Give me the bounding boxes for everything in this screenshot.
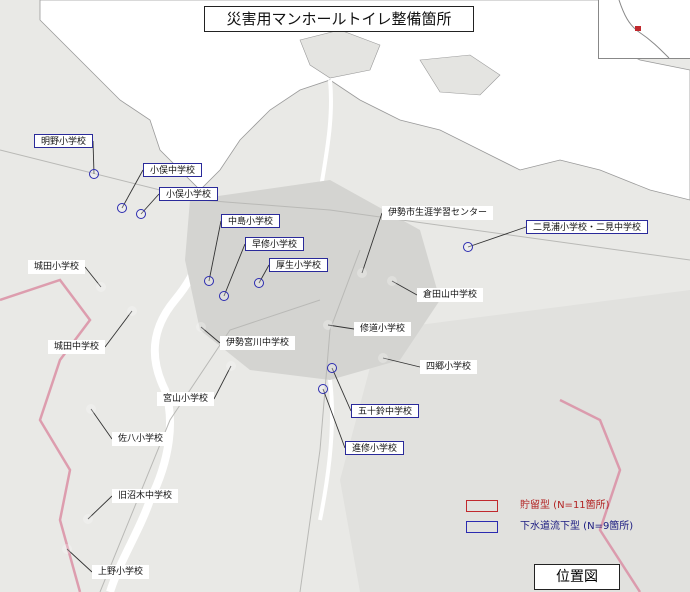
site-marker [83,514,93,524]
site-marker [204,276,214,286]
site-label: 伊勢宮川中学校 [220,336,296,350]
site-label: 宮山小学校 [157,392,215,406]
legend-storage-symbol [466,500,498,512]
site-label: 四郷小学校 [420,360,478,374]
map-title: 災害用マンホールトイレ整備箇所 [204,6,474,32]
site-marker [86,404,96,414]
site-label: 伊勢市生涯学習センター [382,206,494,220]
site-marker [378,353,388,363]
site-marker [117,203,127,213]
site-label: 上野小学校 [92,565,150,579]
site-label: 佐八小学校 [112,432,170,446]
site-label: 早修小学校 [245,237,305,251]
location-map-label: 位置図 [534,564,620,590]
site-label: 厚生小学校 [269,258,329,272]
site-marker [463,242,473,252]
map-figure: 災害用マンホールトイレ整備箇所 明野小学校小俣中学校小俣小学校 中島小学校早修小学… [0,0,690,592]
site-marker [62,544,72,554]
site-marker [357,268,367,278]
site-marker [96,282,106,292]
site-marker [387,276,397,286]
legend-storage-label: 貯留型 (N=11箇所) [520,500,610,511]
inset-map [598,0,690,59]
site-label: 旧沼木中学校 [112,489,179,503]
site-label: 修道小学校 [354,322,412,336]
site-label: 中島小学校 [221,214,281,228]
site-label: 城田小学校 [28,260,86,274]
site-label: 城田中学校 [48,340,106,354]
site-label: 二見浦小学校・二見中学校 [526,220,649,234]
inset-locator [635,26,641,31]
site-marker [254,278,264,288]
legend-sewer-symbol [466,521,498,533]
site-marker [127,306,137,316]
site-label: 小俣小学校 [159,187,219,201]
site-marker [89,169,99,179]
site-marker [219,291,229,301]
site-marker [136,209,146,219]
site-marker [327,363,337,373]
site-label: 五十鈴中学校 [351,404,420,418]
site-marker [196,322,206,332]
site-marker [323,320,333,330]
site-label: 進修小学校 [345,441,405,455]
legend-sewer-label: 下水道流下型 (N=9箇所) [520,521,634,532]
inset-coastline [618,0,670,59]
site-label: 倉田山中学校 [417,288,484,302]
site-marker [318,384,328,394]
site-label: 明野小学校 [34,134,94,148]
site-marker [226,361,236,371]
site-label: 小俣中学校 [143,163,203,177]
